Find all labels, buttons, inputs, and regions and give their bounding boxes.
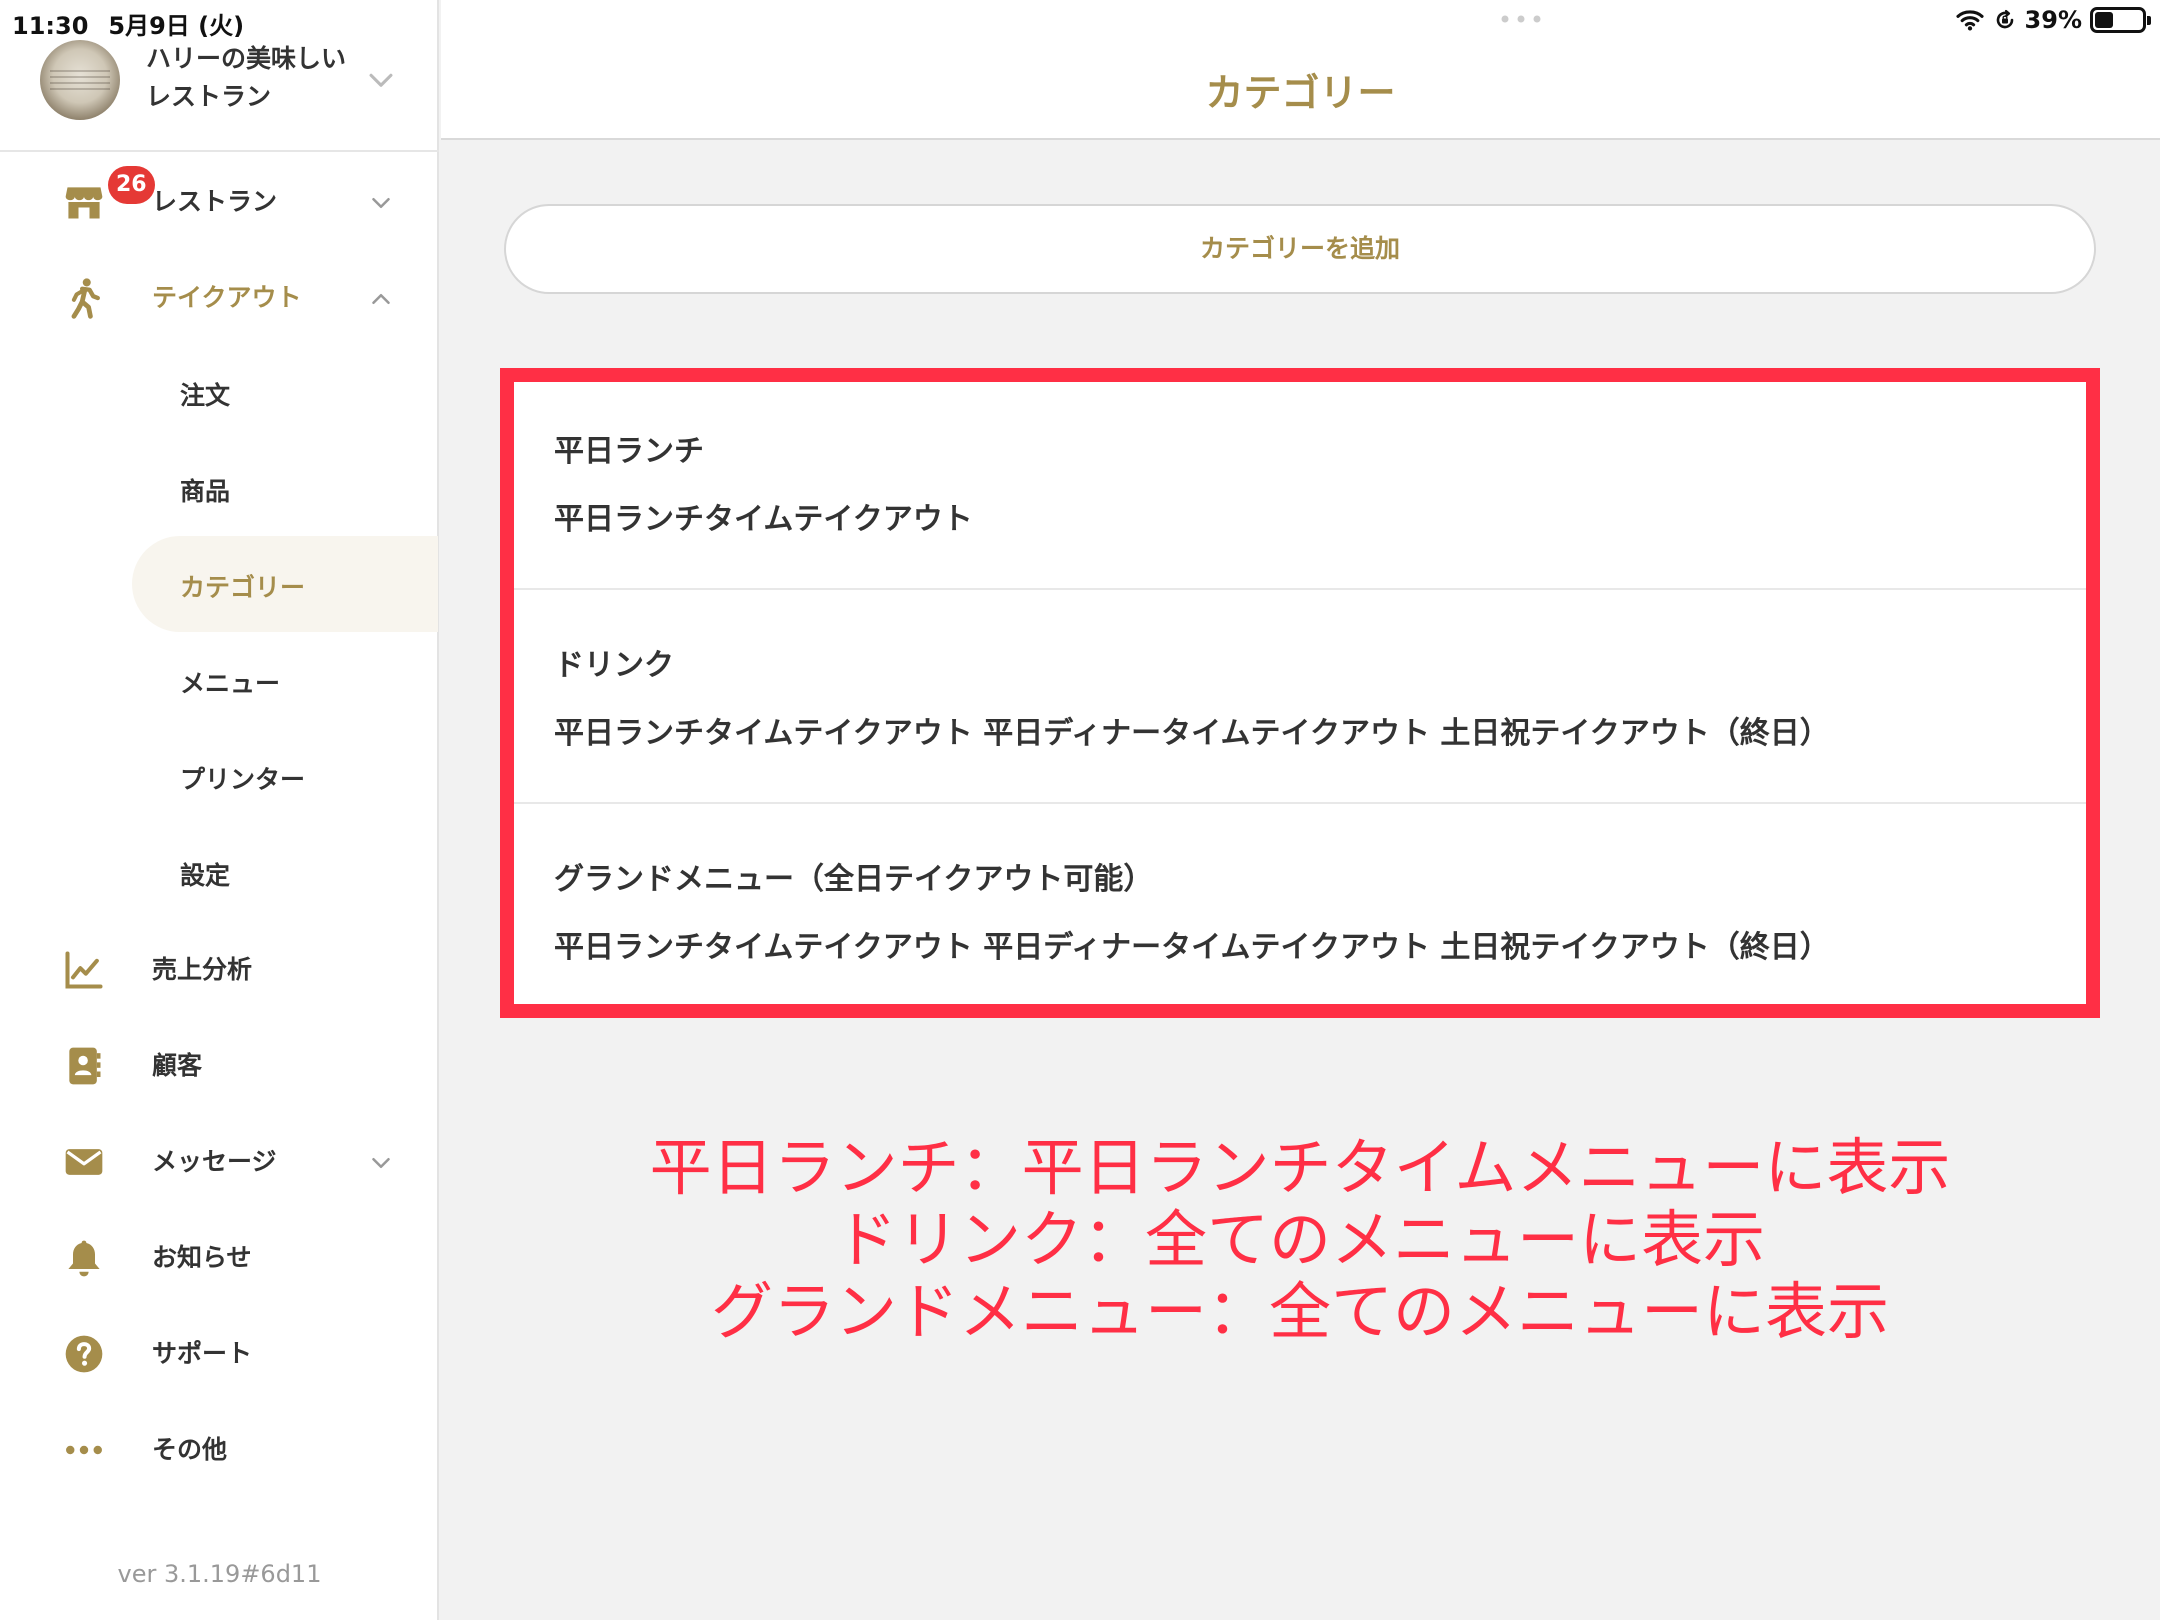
category-row[interactable]: ドリンク 平日ランチタイムテイクアウト 平日ディナータイムテイクアウト 土日祝テ… xyxy=(508,590,2092,804)
category-row[interactable]: グランドメニュー（全日テイクアウト可能） 平日ランチタイムテイクアウト 平日ディ… xyxy=(508,804,2092,1018)
rotation-lock-icon xyxy=(1996,9,2013,29)
walking-person-icon xyxy=(71,278,100,319)
app-version: ver 3.1.19#6d11 xyxy=(117,1560,322,1588)
sidebar-item-label: 売上分析 xyxy=(152,955,253,984)
wifi-icon xyxy=(1955,10,1984,31)
battery-fill xyxy=(2095,12,2113,28)
annotation-line: グランドメニュー：全てのメニューに表示 xyxy=(710,1275,1889,1348)
category-menus: 平日ランチタイムテイクアウト 平日ディナータイムテイクアウト 土日祝テイクアウト… xyxy=(554,716,1830,751)
sidebar-item-label: その他 xyxy=(152,1435,228,1464)
category-menus: 平日ランチタイムテイクアウト xyxy=(554,502,973,537)
page-title: カテゴリー xyxy=(1205,71,1396,115)
battery-icon xyxy=(2090,7,2151,33)
category-name: ドリンク xyxy=(554,648,674,683)
sidebar-subitem-orders[interactable]: 注文 xyxy=(132,344,438,440)
restaurant-avatar xyxy=(40,40,120,120)
sidebar-subitem-label: 注文 xyxy=(180,381,231,410)
sidebar-item-customers[interactable]: 顧客 xyxy=(0,1024,439,1104)
sidebar-subitem-settings[interactable]: 設定 xyxy=(132,824,438,920)
envelope-icon xyxy=(65,1149,103,1175)
chart-icon xyxy=(65,951,103,989)
battery-percentage: 39% xyxy=(2024,6,2082,34)
contact-book-icon xyxy=(69,1047,101,1085)
chevron-down-icon[interactable] xyxy=(364,64,398,98)
category-name: 平日ランチ xyxy=(554,434,704,469)
sidebar-subitem-categories[interactable]: カテゴリー xyxy=(132,536,438,632)
page-header: 39% カテゴリー xyxy=(441,0,2160,140)
category-menus: 平日ランチタイムテイクアウト 平日ディナータイムテイクアウト 土日祝テイクアウト… xyxy=(554,930,1830,965)
sidebar-item-notices[interactable]: お知らせ xyxy=(0,1216,439,1296)
sidebar-item-messages[interactable]: メッセージ xyxy=(0,1120,439,1200)
sidebar-subitem-menus[interactable]: メニュー xyxy=(132,632,438,728)
category-row[interactable]: 平日ランチ 平日ランチタイムテイクアウト xyxy=(508,376,2092,590)
sidebar-item-other[interactable]: その他 xyxy=(0,1408,439,1488)
multitasking-dots-icon[interactable] xyxy=(1499,14,1543,24)
sidebar-item-support[interactable]: サポート xyxy=(0,1312,439,1392)
help-icon xyxy=(65,1335,103,1373)
sidebar-item-sales-analysis[interactable]: 売上分析 xyxy=(0,928,439,1008)
sidebar-subitem-label: 設定 xyxy=(180,861,231,890)
annotation-line: 平日ランチ：平日ランチタイムメニューに表示 xyxy=(649,1131,1951,1204)
notification-badge: 26 xyxy=(108,166,155,204)
sidebar-item-label: テイクアウト xyxy=(152,283,302,312)
add-category-button[interactable]: カテゴリーを追加 xyxy=(504,204,2096,294)
annotation-text: 平日ランチ：平日ランチタイムメニューに表示 ドリンク：全てのメニューに表示 グラ… xyxy=(520,1132,2080,1348)
sidebar-subitem-label: 商品 xyxy=(180,477,231,506)
sidebar-item-label: レストラン xyxy=(152,187,278,216)
sidebar-item-label: 顧客 xyxy=(152,1051,203,1080)
chevron-down-icon[interactable] xyxy=(366,1148,396,1178)
more-icon xyxy=(66,1445,102,1455)
sidebar-item-takeout[interactable]: テイクアウト xyxy=(0,256,439,336)
sidebar-subitem-label: カテゴリー xyxy=(180,573,306,602)
category-name: グランドメニュー（全日テイクアウト可能） xyxy=(554,862,1154,897)
sidebar-subitem-label: プリンター xyxy=(180,765,306,794)
annotation-line: ドリンク：全てのメニューに表示 xyxy=(834,1203,1765,1276)
sidebar-item-label: お知らせ xyxy=(152,1243,252,1272)
sidebar-item-label: サポート xyxy=(152,1339,253,1368)
sidebar-subitem-label: メニュー xyxy=(180,669,281,698)
sidebar-item-label: メッセージ xyxy=(152,1147,277,1176)
store-icon xyxy=(65,187,103,219)
chevron-down-icon[interactable] xyxy=(366,188,396,218)
category-list: 平日ランチ 平日ランチタイムテイクアウト ドリンク 平日ランチタイムテイクアウト… xyxy=(508,376,2092,1016)
account-switcher[interactable]: ハリーの美味しいレストラン xyxy=(0,32,439,152)
sidebar-item-restaurant[interactable]: レストラン xyxy=(0,160,439,240)
chevron-up-icon[interactable] xyxy=(366,284,396,314)
sidebar: 11:30 5月9日 (火) ハリーの美味しいレストラン レストラン 26 テイク… xyxy=(0,0,439,1620)
sidebar-subitem-products[interactable]: 商品 xyxy=(132,440,438,536)
status-bar-right: 39% xyxy=(1955,6,2151,34)
sidebar-subitem-printer[interactable]: プリンター xyxy=(132,728,438,824)
restaurant-name: ハリーの美味しいレストラン xyxy=(146,44,347,111)
bell-icon xyxy=(68,1240,100,1277)
